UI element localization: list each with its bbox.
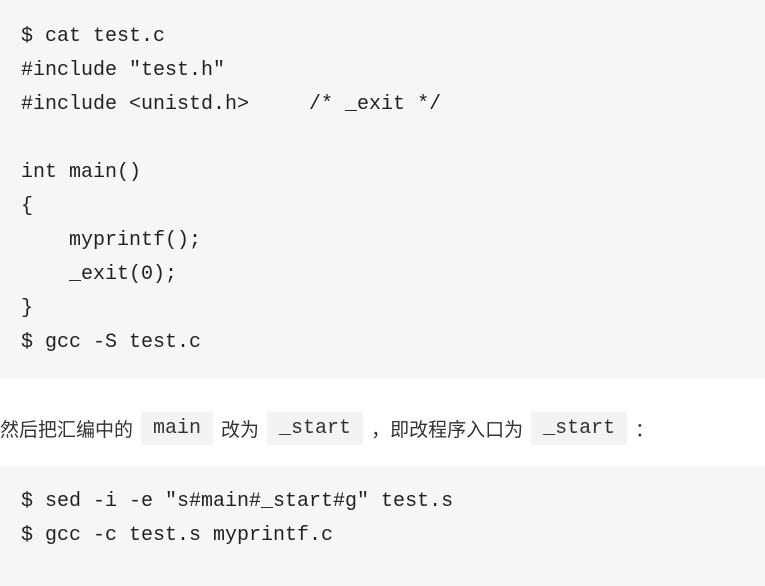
paragraph-text: ，即改程序入口为 xyxy=(371,418,524,441)
code-line: $ cat test.c xyxy=(21,25,166,48)
code-block-test-c: $ cat test.c #include "test.h" #include … xyxy=(0,0,765,379)
code-line: { xyxy=(21,195,34,218)
code-line: $ sed -i -e "s#main#_start#g" test.s xyxy=(21,490,454,513)
explanation-paragraph: 然后把汇编中的 main 改为 _start ，即改程序入口为 _start ： xyxy=(0,408,765,448)
code-line: _exit(0); xyxy=(21,263,178,286)
code-line: $ gcc -c test.s myprintf.c xyxy=(21,524,334,547)
inline-code-main: main xyxy=(141,411,214,445)
inline-code-start: _start xyxy=(531,411,628,445)
paragraph-text: 然后把汇编中的 xyxy=(0,418,134,441)
inline-code-start: _start xyxy=(267,411,364,445)
code-block-sed-gcc: $ sed -i -e "s#main#_start#g" test.s $ g… xyxy=(0,466,765,586)
code-line: #include <unistd.h> /* _exit */ xyxy=(21,93,442,116)
paragraph-text: 改为 xyxy=(221,418,260,441)
code-line: } xyxy=(21,297,34,320)
paragraph-text: ： xyxy=(635,418,655,441)
code-line: int main() xyxy=(21,161,142,184)
code-line: #include "test.h" xyxy=(21,59,226,82)
code-line: myprintf(); xyxy=(21,229,202,252)
code-line: $ gcc -S test.c xyxy=(21,331,202,354)
